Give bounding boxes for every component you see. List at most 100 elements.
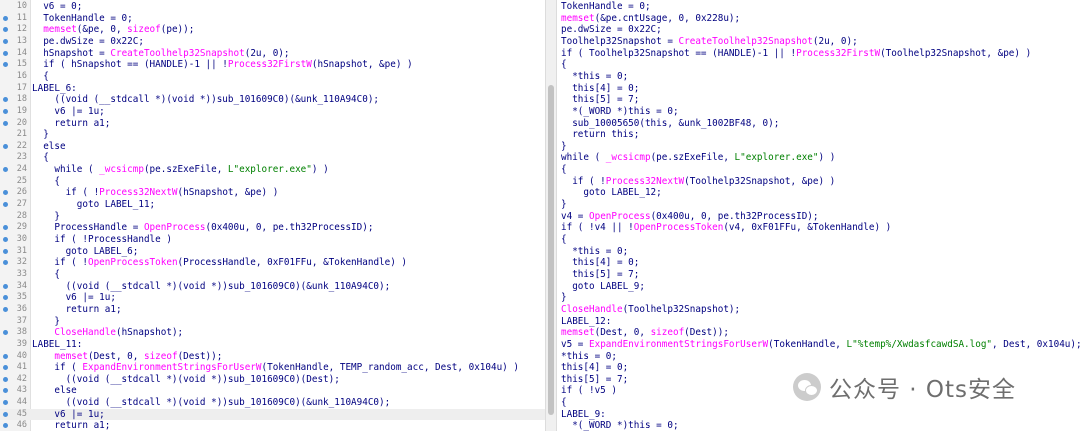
line-number: 16 <box>16 70 27 81</box>
code-line[interactable]: 37 } <box>0 316 545 327</box>
code-text: if ( hSnapshot == (HANDLE)-1 || !Process… <box>32 59 413 71</box>
code-line[interactable]: LABEL_9: <box>557 409 1080 420</box>
code-line[interactable]: 39 LABEL_11: <box>0 339 545 350</box>
code-line[interactable]: { <box>557 164 1080 175</box>
code-line[interactable]: if ( !Process32NextW(Toolhelp32Snapshot,… <box>557 176 1080 187</box>
code-line[interactable]: 28 } <box>0 211 545 222</box>
code-line[interactable]: 44 ((void (__stdcall *)(void *))sub_1016… <box>0 397 545 408</box>
code-line[interactable]: 21 } <box>0 129 545 140</box>
code-line[interactable]: 15 if ( hSnapshot == (HANDLE)-1 || !Proc… <box>0 59 545 70</box>
code-line[interactable]: this[4] = 0; <box>557 257 1080 268</box>
code-line[interactable]: 42 ((void (__stdcall *)(void *))sub_1016… <box>0 374 545 385</box>
code-text: ((void (__stdcall *)(void *))sub_101609C… <box>32 94 380 106</box>
code-line[interactable]: 10 v6 = 0; <box>0 1 545 12</box>
code-text: else <box>32 385 77 397</box>
code-line[interactable]: { <box>557 234 1080 245</box>
code-line[interactable]: 27 goto LABEL_11; <box>0 199 545 210</box>
code-line[interactable]: TokenHandle = 0; <box>557 1 1080 12</box>
code-line[interactable]: 34 ((void (__stdcall *)(void *))sub_1016… <box>0 281 545 292</box>
code-line[interactable]: { <box>557 59 1080 70</box>
code-line[interactable]: memset(&pe.cntUsage, 0, 0x228u); <box>557 13 1080 24</box>
code-text: if ( !Process32NextW(Toolhelp32Snapshot,… <box>561 175 836 187</box>
code-line[interactable]: 13 pe.dwSize = 0x22C; <box>0 36 545 47</box>
code-line[interactable]: if ( !v4 || !OpenProcessToken(v4, 0xF01F… <box>557 222 1080 233</box>
code-text: while ( _wcsicmp(pe.szExeFile, L"explore… <box>32 164 329 176</box>
code-line[interactable]: 40 memset(Dest, 0, sizeof(Dest)); <box>0 351 545 362</box>
code-line[interactable]: *this = 0; <box>557 246 1080 257</box>
code-line[interactable]: 38 CloseHandle(hSnapshot); <box>0 327 545 338</box>
code-text: goto LABEL_9; <box>561 280 645 292</box>
code-line[interactable]: v4 = OpenProcess(0x400u, 0, pe.th32Proce… <box>557 211 1080 222</box>
code-line[interactable]: if ( Toolhelp32Snapshot == (HANDLE)-1 ||… <box>557 48 1080 59</box>
watermark: 公众号 · Ots安全 <box>793 370 1016 404</box>
code-text: { <box>561 234 567 245</box>
line-number: 12 <box>16 24 27 35</box>
code-line[interactable]: 29 ProcessHandle = OpenProcess(0x400u, 0… <box>0 222 545 233</box>
code-line[interactable]: 26 if ( !Process32NextW(hSnapshot, &pe) … <box>0 187 545 198</box>
code-text: v6 |= 1u; <box>32 105 105 117</box>
code-line[interactable]: 31 goto LABEL_6; <box>0 246 545 257</box>
code-line[interactable]: 20 return a1; <box>0 118 545 129</box>
code-line[interactable]: while ( _wcsicmp(pe.szExeFile, L"explore… <box>557 152 1080 163</box>
code-line[interactable]: this[4] = 0; <box>557 83 1080 94</box>
line-number: 30 <box>16 234 27 244</box>
code-text: v5 = ExpandEnvironmentStringsForUserW(To… <box>561 338 1080 350</box>
code-line[interactable]: 23 { <box>0 152 545 163</box>
line-number: 28 <box>16 210 27 221</box>
code-text: ((void (__stdcall *)(void *))sub_101609C… <box>32 373 340 385</box>
code-line[interactable]: 32 if ( !OpenProcessToken(ProcessHandle,… <box>0 257 545 268</box>
line-number: 43 <box>16 385 27 396</box>
code-line[interactable]: 46 return a1; <box>0 420 545 431</box>
left-code-pane[interactable]: 10 v6 = 0; 11 TokenHandle = 0; 12 memset(&… <box>0 0 545 431</box>
code-line[interactable]: memset(Dest, 0, sizeof(Dest)); <box>557 327 1080 338</box>
code-line[interactable]: 30 if ( !ProcessHandle ) <box>0 234 545 245</box>
code-line[interactable]: 33 { <box>0 269 545 280</box>
code-line[interactable]: return this; <box>557 129 1080 140</box>
code-line[interactable]: 11 TokenHandle = 0; <box>0 13 545 24</box>
code-line[interactable]: 25 { <box>0 176 545 187</box>
scrollbar-thumb[interactable] <box>548 85 554 415</box>
line-number: 46 <box>16 420 27 431</box>
code-line[interactable]: this[5] = 7; <box>557 269 1080 280</box>
code-line[interactable]: 35 v6 |= 1u; <box>0 292 545 303</box>
code-line[interactable]: 12 memset(&pe, 0, sizeof(pe)); <box>0 24 545 35</box>
code-text: Toolhelp32Snapshot = CreateToolhelp32Sna… <box>561 35 858 47</box>
code-line[interactable]: 41 if ( ExpandEnvironmentStringsForUserW… <box>0 362 545 373</box>
code-text: this[4] = 0; <box>561 257 640 269</box>
code-line[interactable]: *this = 0; <box>557 71 1080 82</box>
code-line[interactable]: 19 v6 |= 1u; <box>0 106 545 117</box>
code-line[interactable]: LABEL_12: <box>557 316 1080 327</box>
code-line[interactable]: } <box>557 141 1080 152</box>
code-line[interactable]: sub_10005650(this, &unk_1002BF48, 0); <box>557 118 1080 129</box>
code-line[interactable]: goto LABEL_9; <box>557 281 1080 292</box>
code-text: TokenHandle = 0; <box>32 12 133 24</box>
code-line[interactable]: 14 hSnapshot = CreateToolhelp32Snapshot(… <box>0 48 545 59</box>
code-line[interactable]: 16 { <box>0 71 545 82</box>
left-pane-scrollbar[interactable] <box>545 0 557 431</box>
code-line[interactable]: this[5] = 7; <box>557 94 1080 105</box>
code-line[interactable]: 43 else <box>0 385 545 396</box>
watermark-text: 公众号 · Ots安全 <box>829 377 1017 403</box>
code-line[interactable]: 36 return a1; <box>0 304 545 315</box>
code-line[interactable]: goto LABEL_12; <box>557 187 1080 198</box>
code-text: if ( ExpandEnvironmentStringsForUserW(To… <box>32 362 519 374</box>
code-line[interactable]: 24 while ( _wcsicmp(pe.szExeFile, L"expl… <box>0 164 545 175</box>
code-text: CloseHandle(hSnapshot); <box>54 327 184 339</box>
code-line[interactable]: } <box>557 292 1080 303</box>
code-line[interactable]: v5 = ExpandEnvironmentStringsForUserW(To… <box>557 339 1080 350</box>
code-line[interactable]: *this = 0; <box>557 351 1080 362</box>
code-line[interactable]: *(_WORD *)this = 0; <box>557 106 1080 117</box>
code-line[interactable]: } <box>557 199 1080 210</box>
code-line[interactable]: 45 v6 |= 1u; <box>0 408 545 420</box>
code-line[interactable]: 22 else <box>0 141 545 152</box>
code-line[interactable]: pe.dwSize = 0x22C; <box>557 24 1080 35</box>
code-line[interactable]: CloseHandle(Toolhelp32Snapshot); <box>557 304 1080 315</box>
code-line[interactable]: Toolhelp32Snapshot = CreateToolhelp32Sna… <box>557 36 1080 47</box>
code-text: pe.dwSize = 0x22C; <box>561 24 662 36</box>
code-line[interactable]: 17 LABEL_6: <box>0 83 545 94</box>
code-line[interactable]: *(_WORD *)this = 0; <box>557 420 1080 431</box>
code-line[interactable]: 18 ((void (__stdcall *)(void *))sub_1016… <box>0 94 545 105</box>
right-code-pane[interactable]: TokenHandle = 0; memset(&pe.cntUsage, 0, … <box>557 0 1080 431</box>
code-text: v6 = 0; <box>32 1 83 12</box>
code-text: pe.dwSize = 0x22C; <box>32 35 144 47</box>
